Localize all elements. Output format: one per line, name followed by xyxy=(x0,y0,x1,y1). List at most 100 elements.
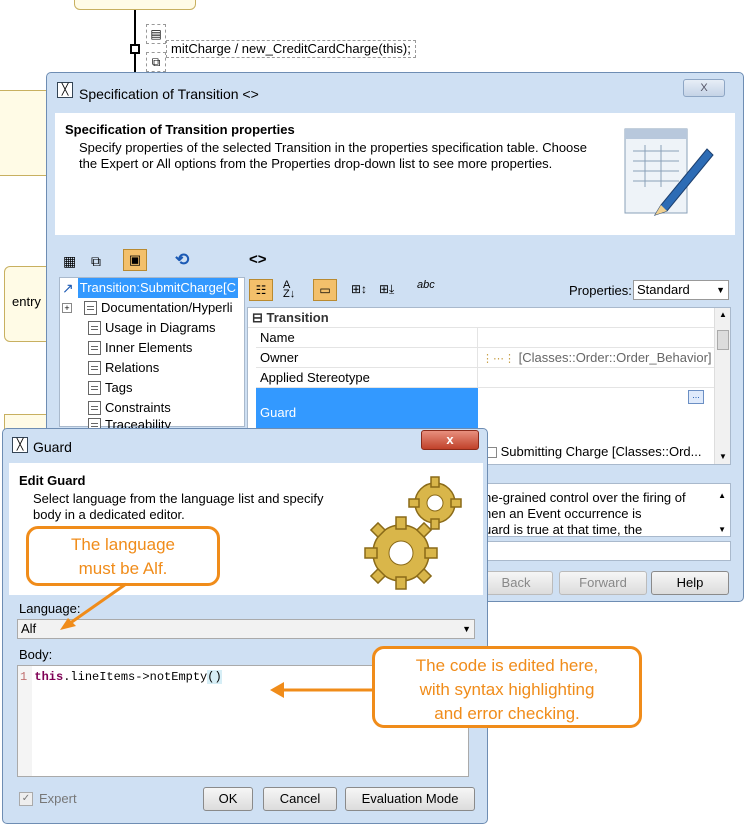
guard-close-button[interactable]: x xyxy=(421,430,479,450)
language-callout-line-2: must be Alf. xyxy=(78,559,168,578)
tree-item-label: Relations xyxy=(105,360,160,375)
tree-item-label: Constraints xyxy=(105,400,171,415)
code-keyword: this xyxy=(34,670,64,684)
tree-toolbar: ▦ ⧉ ▣ ⟲ xyxy=(57,249,247,273)
transition-label[interactable]: mitCharge / new_CreditCardCharge(this); xyxy=(166,40,416,58)
language-value: Alf xyxy=(21,621,37,636)
spec-header: Specification of Transition properties S… xyxy=(55,113,735,235)
document-icon xyxy=(88,381,101,395)
prop-value-name[interactable] xyxy=(478,328,716,348)
tree-item-tags[interactable]: Tags xyxy=(88,378,132,398)
guard-edit-button[interactable]: ... xyxy=(688,390,704,404)
document-icon xyxy=(88,418,101,428)
document-icon xyxy=(88,341,101,355)
code-callout-line-3: and error checking. xyxy=(434,704,580,723)
tree-panel: ↗ Transition:SubmitCharge[C + Documentat… xyxy=(59,277,245,428)
tree-item-relations[interactable]: Relations xyxy=(88,358,159,378)
document-icon xyxy=(88,321,101,335)
behavior-icon: ⋮⋯⋮ xyxy=(482,353,515,365)
code-callout-arrow xyxy=(270,682,372,698)
owner-value: [Classes::Order::Order_Behavior] xyxy=(518,350,712,365)
tree-item-inner-elements[interactable]: Inner Elements xyxy=(88,338,192,358)
code-callout-line-1: The code is edited here, xyxy=(415,656,599,675)
chevron-down-icon: ▼ xyxy=(716,285,725,295)
scroll-thumb[interactable] xyxy=(717,330,729,350)
group-header[interactable]: ⊟ Transition xyxy=(248,308,716,328)
abc-icon[interactable]: abc xyxy=(417,279,435,291)
tree-root-item[interactable]: ↗ Transition:SubmitCharge[C xyxy=(62,278,239,298)
source-value[interactable]: Submitting Charge [Classes::Ord... xyxy=(486,444,701,459)
guard-label: Guard xyxy=(260,405,297,420)
code-callout: The code is edited here, with syntax hig… xyxy=(372,646,642,728)
desc-scroll-up-icon[interactable]: ▲ xyxy=(718,488,726,504)
compact-view-icon[interactable]: ▭ xyxy=(313,279,337,301)
properties-toolbar: ☷ A Z↓ ▭ ⊞↕ ⊞⤓ abc Properties: Standard ▼ xyxy=(247,277,731,305)
smart-icon-note[interactable]: ▤ xyxy=(146,24,166,44)
cancel-button[interactable]: Cancel xyxy=(263,787,337,811)
grid-scrollbar[interactable]: ▲ ▼ xyxy=(714,308,730,464)
spec-titlebar: ╳ Specification of Transition <> X xyxy=(47,73,743,105)
tree-item-constraints[interactable]: Constraints xyxy=(88,398,171,418)
back-button[interactable]: Back xyxy=(479,571,553,595)
scroll-down-icon[interactable]: ▼ xyxy=(719,452,727,461)
guard-header-title: Edit Guard xyxy=(19,473,86,488)
code-line: 1 this.lineItems->notEmpty() xyxy=(20,670,222,684)
spec-title: Specification of Transition <> xyxy=(79,86,259,102)
language-callout-arrow xyxy=(60,582,127,630)
state-box-top xyxy=(74,0,196,10)
collapse-rows-icon[interactable]: ⊞⤓ xyxy=(379,282,394,297)
code-callout-line-2: with syntax highlighting xyxy=(419,680,595,699)
panel-title: <> xyxy=(249,251,267,268)
expand-icon[interactable]: + xyxy=(62,303,72,313)
sort-az-icon[interactable]: A Z↓ xyxy=(283,280,295,300)
help-button[interactable]: Help xyxy=(651,571,729,595)
language-callout: The language must be Alf. xyxy=(26,526,220,586)
expert-checkbox-icon[interactable]: ✓ xyxy=(19,791,33,806)
document-icon xyxy=(84,301,97,315)
prop-value-stereotype[interactable] xyxy=(478,368,716,388)
state-box-left xyxy=(0,90,50,176)
tree-item-label: Tags xyxy=(105,380,133,395)
tree-view-icon[interactable]: ⧉ xyxy=(91,253,101,270)
desc-scroll-down-icon[interactable]: ▼ xyxy=(718,522,726,536)
tree-item-documentation[interactable]: + Documentation/Hyperli xyxy=(62,298,233,318)
expert-label: Expert xyxy=(39,791,77,806)
chevron-down-icon: ▼ xyxy=(462,624,471,634)
app-icon: ╳ xyxy=(12,437,28,453)
document-icon xyxy=(88,401,101,415)
source-value-text: Submitting Charge [Classes::Ord... xyxy=(500,444,702,459)
guard-title: Guard xyxy=(33,439,72,455)
transition-point xyxy=(130,44,140,54)
expand-rows-icon[interactable]: ⊞↕ xyxy=(351,282,367,296)
spec-close-button[interactable]: X xyxy=(683,79,725,97)
properties-dropdown[interactable]: Standard ▼ xyxy=(633,280,729,300)
desc-line-1: ne-grained control over the firing of xyxy=(484,490,686,505)
ok-button[interactable]: OK xyxy=(203,787,253,811)
tree-item-usage[interactable]: Usage in Diagrams xyxy=(88,318,216,338)
evaluation-mode-button[interactable]: Evaluation Mode xyxy=(345,787,475,811)
tree-item-label: Inner Elements xyxy=(105,340,193,355)
tree-item-label: Usage in Diagrams xyxy=(105,320,216,335)
group-title: Transition xyxy=(266,310,329,325)
transition-arrow-icon: ↗ xyxy=(62,280,74,296)
forward-button[interactable]: Forward xyxy=(559,571,647,595)
list-view-icon[interactable]: ▦ xyxy=(63,253,76,270)
line-number: 1 xyxy=(20,670,28,684)
copy-view-icon[interactable]: ▣ xyxy=(123,249,147,271)
body-label: Body: xyxy=(19,647,53,662)
document-pencil-icon xyxy=(615,123,715,223)
tree-item-traceability[interactable]: Traceability xyxy=(88,418,171,428)
expert-checkbox[interactable]: ✓ Expert xyxy=(19,791,77,806)
spec-header-title: Specification of Transition properties xyxy=(65,122,295,137)
prop-value-owner[interactable]: ⋮⋯⋮ [Classes::Order::Order_Behavior] xyxy=(478,348,716,368)
guard-header-desc: Select language from the language list a… xyxy=(33,491,324,522)
tree-item-label: Traceability xyxy=(105,418,171,428)
categorized-icon[interactable]: ☷ xyxy=(249,279,273,301)
refresh-icon[interactable]: ⟲ xyxy=(175,250,189,270)
scroll-up-icon[interactable]: ▲ xyxy=(719,310,727,319)
smart-icon-link[interactable]: ⧉ xyxy=(146,52,166,72)
language-callout-line-1: The language xyxy=(71,535,175,554)
transition-line xyxy=(134,10,136,72)
properties-value: Standard xyxy=(637,282,690,297)
desc-line-3: uard is true at that time, the xyxy=(484,522,643,537)
